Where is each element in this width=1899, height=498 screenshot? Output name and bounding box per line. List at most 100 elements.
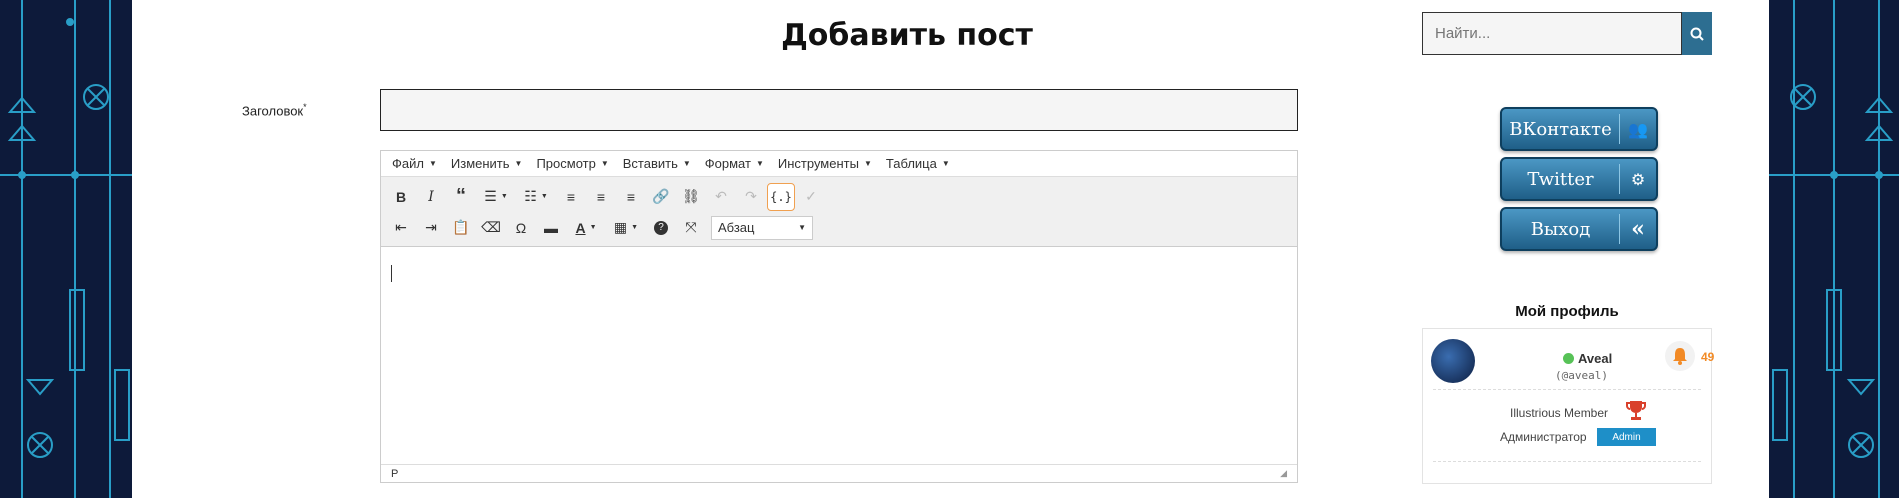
gears-icon: ⚙ <box>1630 169 1646 189</box>
divider <box>1433 389 1701 390</box>
text-color-button[interactable]: A ▼ <box>567 214 605 242</box>
horizontal-line-button[interactable]: ▬ <box>537 214 565 242</box>
block-format-select[interactable]: Абзац ▼ <box>711 215 813 240</box>
blockquote-button[interactable]: “ <box>447 183 475 211</box>
code-icon: {.} <box>770 189 792 204</box>
search-input[interactable] <box>1422 12 1682 55</box>
align-center-icon: ≡ <box>596 188 606 205</box>
align-center-button[interactable]: ≡ <box>587 183 615 211</box>
outdent-button[interactable]: ⇤ <box>387 214 415 242</box>
numbered-list-button[interactable]: ☷ ▼ <box>517 183 555 211</box>
menu-format-label: Формат <box>704 156 751 171</box>
divider <box>1433 461 1701 462</box>
user-handle: (@aveal) <box>1555 369 1608 382</box>
spellcheck-icon: ✓ <box>805 188 817 204</box>
italic-button[interactable]: I <box>417 183 445 211</box>
redo-button[interactable]: ↷ <box>737 183 765 211</box>
bold-icon: B <box>395 188 407 205</box>
twitter-label: Twitter <box>1527 168 1594 190</box>
chevron-down-icon: ▼ <box>540 193 548 200</box>
avatar[interactable] <box>1431 339 1475 383</box>
search-box <box>1422 12 1712 55</box>
editor-content-area[interactable] <box>381 247 1297 464</box>
text-cursor <box>391 265 392 282</box>
unlink-icon: ⛓ <box>682 188 700 204</box>
clear-format-icon: ⌫ <box>481 219 501 235</box>
online-status-icon <box>1563 353 1574 364</box>
title-input[interactable] <box>380 89 1298 131</box>
background-right-panel <box>1769 0 1899 498</box>
bold-button[interactable]: B <box>387 183 415 211</box>
member-rank: Illustrious Member <box>1510 406 1609 420</box>
logout-button[interactable]: Выход « <box>1500 207 1658 251</box>
indent-icon: ⇥ <box>425 219 437 235</box>
chevron-down-icon: ▼ <box>755 159 764 168</box>
clear-format-button[interactable]: ⌫ <box>477 214 505 242</box>
toolbar-row-2: ⇤ ⇥ 📋 ⌫ Ω ▬ A ▼ ▦ ▼ ? ⤧ Абзац ▼ <box>387 212 1291 243</box>
align-right-button[interactable]: ≡ <box>617 183 645 211</box>
align-left-button[interactable]: ≡ <box>557 183 585 211</box>
bell-icon <box>1673 348 1687 365</box>
chevron-down-icon: ▼ <box>514 159 523 168</box>
paste-text-icon: 📋 <box>452 219 470 235</box>
paste-text-button[interactable]: 📋 <box>447 214 475 242</box>
twitter-button[interactable]: Twitter ⚙ <box>1500 157 1658 201</box>
editor-toolbar: B I “ ☰ ▼ ☷ ▼ ≡ ≡ ≡ 🔗 ⛓ ↶ ↷ {.} ✓ ⇤ ⇥ 📋 ⌫ <box>381 177 1297 247</box>
main-content: Добавить пост Заголовок* Файл ▼ Изменить ▼… <box>132 0 1769 498</box>
bullet-list-icon: ☰ <box>484 188 497 204</box>
menu-file[interactable]: Файл ▼ <box>385 156 444 171</box>
element-path[interactable]: P <box>391 468 398 480</box>
notifications-button[interactable] <box>1665 341 1695 371</box>
code-button[interactable]: {.} <box>767 182 795 211</box>
fullscreen-button[interactable]: ⤧ <box>677 214 705 242</box>
username-line: Aveal <box>1563 351 1612 366</box>
table-button[interactable]: ▦ ▼ <box>607 214 645 242</box>
group-icon: 👥 <box>1628 119 1648 139</box>
remove-link-button[interactable]: ⛓ <box>677 183 705 211</box>
indent-button[interactable]: ⇥ <box>417 214 445 242</box>
resize-handle-icon[interactable]: ◢ <box>1280 468 1287 479</box>
title-label-text: Заголовок <box>242 103 304 119</box>
spellcheck-button[interactable]: ✓ <box>797 183 825 211</box>
menu-view[interactable]: Просмотр ▼ <box>529 156 615 171</box>
special-char-button[interactable]: Ω <box>507 214 535 242</box>
editor-statusbar: P ◢ <box>381 464 1297 482</box>
link-icon: 🔗 <box>652 188 670 204</box>
help-icon: ? <box>654 220 668 235</box>
bullet-list-button[interactable]: ☰ ▼ <box>477 183 515 211</box>
username[interactable]: Aveal <box>1578 351 1612 366</box>
page-title: Добавить пост <box>781 18 1033 53</box>
menu-edit[interactable]: Изменить ▼ <box>444 156 530 171</box>
search-button[interactable] <box>1682 12 1712 55</box>
menu-tools-label: Инструменты <box>777 156 859 171</box>
trophy-icon <box>1626 401 1646 420</box>
blockquote-icon: “ <box>456 185 466 207</box>
menu-tools[interactable]: Инструменты ▼ <box>771 156 879 171</box>
required-mark: * <box>303 102 307 112</box>
menu-table[interactable]: Таблица ▼ <box>879 156 957 171</box>
toolbar-row-1: B I “ ☰ ▼ ☷ ▼ ≡ ≡ ≡ 🔗 ⛓ ↶ ↷ {.} ✓ <box>387 181 1291 212</box>
editor-menubar: Файл ▼ Изменить ▼ Просмотр ▼ Вставить ▼ Форм… <box>381 151 1297 177</box>
special-char-icon: Ω <box>515 219 527 236</box>
insert-link-button[interactable]: 🔗 <box>647 183 675 211</box>
numbered-list-icon: ☷ <box>524 188 537 204</box>
chevron-down-icon: ▼ <box>428 159 437 168</box>
rich-text-editor: Файл ▼ Изменить ▼ Просмотр ▼ Вставить ▼ Форм… <box>380 150 1298 483</box>
undo-button[interactable]: ↶ <box>707 183 735 211</box>
italic-icon: I <box>428 188 434 205</box>
table-icon: ▦ <box>613 219 628 235</box>
vkontakte-button[interactable]: ВКонтакте 👥 <box>1500 107 1658 151</box>
chevron-down-icon: ▼ <box>941 159 950 168</box>
search-icon <box>1690 27 1704 41</box>
menu-table-label: Таблица <box>885 156 937 171</box>
help-button[interactable]: ? <box>647 214 675 242</box>
menu-format[interactable]: Формат ▼ <box>698 156 771 171</box>
fullscreen-icon: ⤧ <box>685 219 697 235</box>
role-badge: Admin <box>1597 428 1656 446</box>
menu-insert[interactable]: Вставить ▼ <box>616 156 698 171</box>
double-chevron-left-icon: « <box>1631 216 1645 242</box>
user-role: Администратор <box>1500 430 1587 444</box>
text-color-icon: A <box>575 219 586 236</box>
hr-icon: ▬ <box>544 219 558 236</box>
align-right-icon: ≡ <box>626 188 636 205</box>
